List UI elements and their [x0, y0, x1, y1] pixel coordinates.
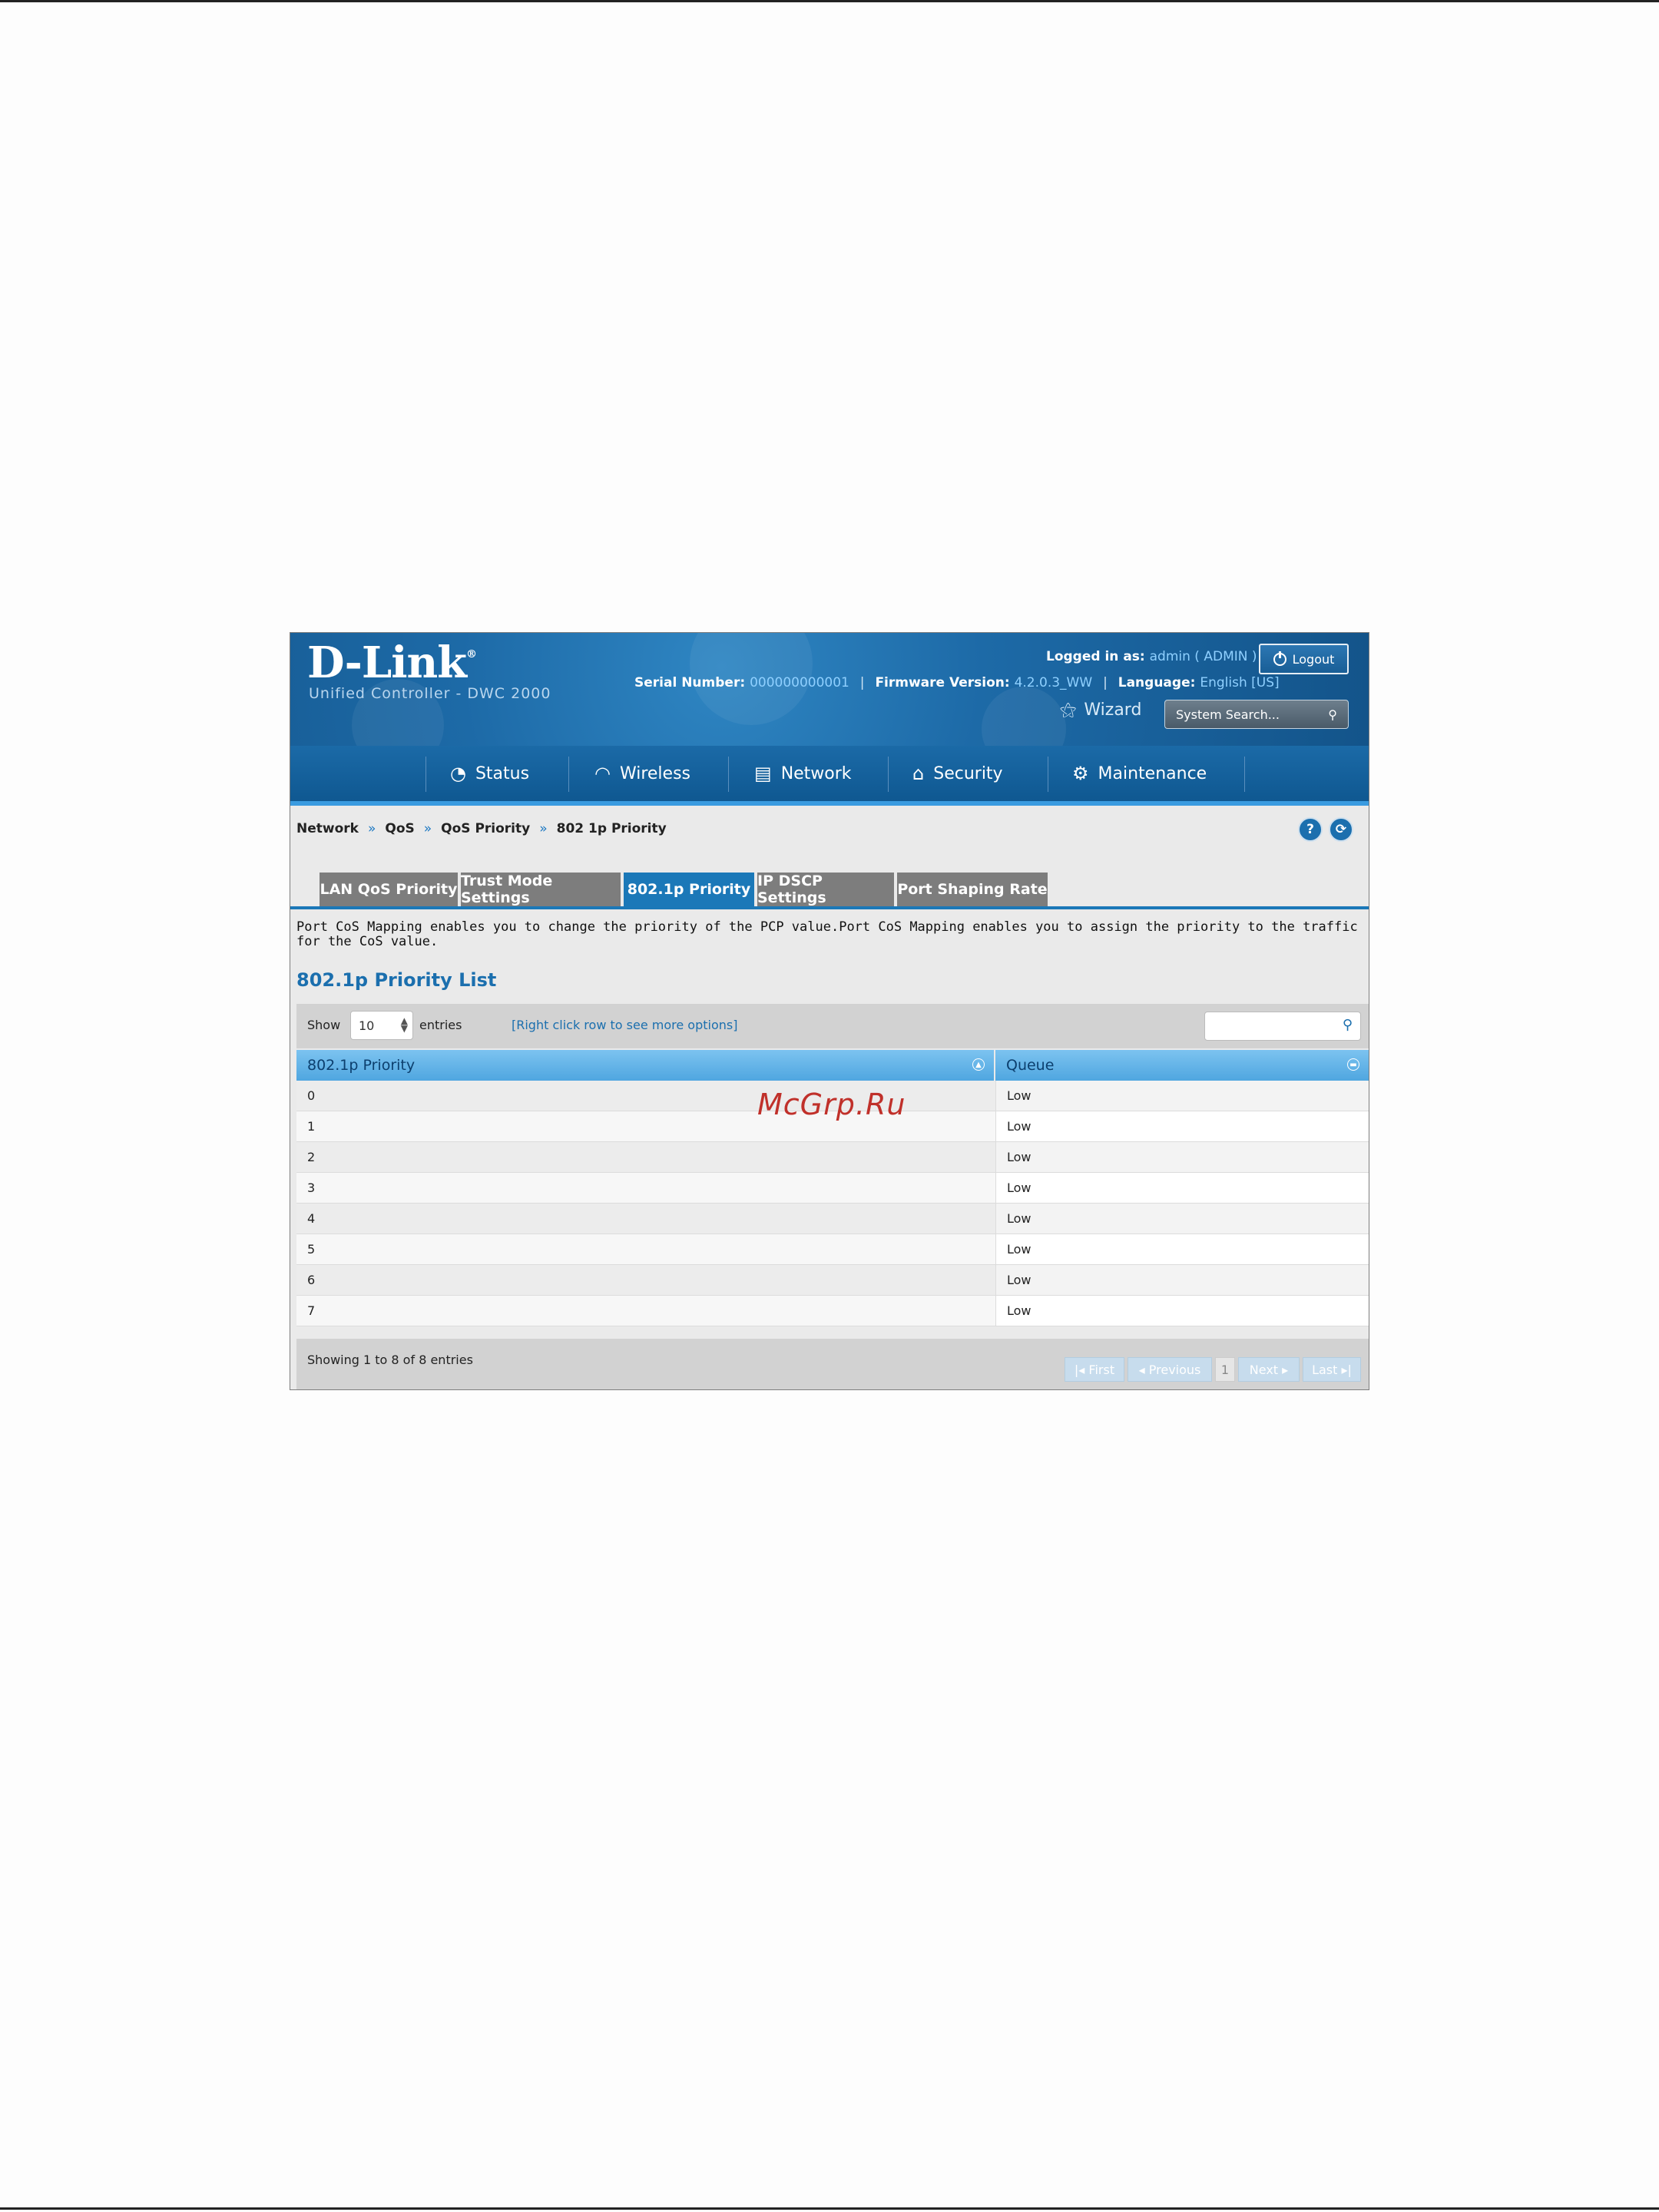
tab-8021p-priority[interactable]: 802.1p Priority	[624, 873, 754, 906]
queue-cell: Low	[995, 1081, 1369, 1111]
language-selector[interactable]: English [US]	[1200, 675, 1279, 690]
priority-cell: 3	[296, 1173, 995, 1203]
priority-cell: 4	[296, 1204, 995, 1233]
entries-summary: Showing 1 to 8 of 8 entries	[307, 1353, 473, 1367]
show-label: Show	[307, 1018, 341, 1032]
sort-icon[interactable]: ▬	[1347, 1058, 1359, 1071]
logged-in-label: Logged in as:	[1046, 649, 1145, 664]
list-title: 802.1p Priority List	[296, 969, 497, 991]
updown-icon: ▲ ▼	[400, 1015, 408, 1034]
login-info: Logged in as: admin ( ADMIN )	[1046, 649, 1257, 664]
gears-icon: ⚙	[1072, 763, 1089, 784]
gauge-icon: ◔	[450, 763, 466, 784]
breadcrumb: Network» QoS» QoS Priority» 802 1p Priority	[296, 821, 667, 836]
nav-divider	[1244, 757, 1245, 792]
refresh-icon[interactable]: ⟳	[1329, 817, 1353, 842]
table-row[interactable]: 5 Low	[296, 1234, 1369, 1265]
dlink-logo: D-Link®	[307, 637, 477, 688]
table-footer: Showing 1 to 8 of 8 entries |◂ First ◂ P…	[296, 1339, 1369, 1389]
product-subtitle: Unified Controller - DWC 2000	[309, 685, 551, 702]
nav-network[interactable]: ▤ Network	[740, 746, 866, 801]
pagination-next-button[interactable]: Next ▸	[1238, 1357, 1300, 1382]
firmware-version: 4.2.0.3_WW	[1014, 675, 1093, 690]
nav-status[interactable]: ◔ Status	[436, 746, 543, 801]
context-menu-hint: [Right click row to see more options]	[512, 1018, 738, 1032]
logged-in-user: admin ( ADMIN )	[1149, 649, 1257, 664]
table-search-input[interactable]: ⚲	[1204, 1012, 1361, 1041]
previous-icon: ◂	[1138, 1362, 1149, 1377]
breadcrumb-qos[interactable]: QoS	[385, 821, 414, 836]
main-nav: ◔ Status ◠ Wireless ▤ Network ⌂ Security…	[290, 746, 1369, 806]
tab-ip-dscp-settings[interactable]: IP DSCP Settings	[757, 873, 894, 906]
table-row[interactable]: 2 Low	[296, 1142, 1369, 1173]
help-icon[interactable]: ?	[1298, 817, 1323, 842]
wifi-icon: ◠	[594, 763, 611, 784]
first-page-icon: |◂	[1074, 1362, 1089, 1377]
page-description: Port CoS Mapping enables you to change t…	[296, 919, 1358, 949]
page-top-rule	[0, 0, 1659, 2]
queue-cell: Low	[995, 1296, 1369, 1326]
nav-wireless[interactable]: ◠ Wireless	[581, 746, 704, 801]
sort-up-icon[interactable]: ▲	[972, 1058, 985, 1071]
nav-maintenance[interactable]: ⚙ Maintenance	[1058, 746, 1220, 801]
page-bottom-rule	[0, 2207, 1659, 2210]
tab-trust-mode-settings[interactable]: Trust Mode Settings	[461, 873, 621, 906]
breadcrumb-network[interactable]: Network	[296, 821, 359, 836]
column-header-queue[interactable]: Queue ▬	[995, 1050, 1369, 1081]
magic-wand-icon: ⚝	[1060, 700, 1077, 720]
table-toolbar: Show 10 ▲ ▼ entries [Right click row to s…	[296, 1004, 1369, 1048]
breadcrumb-qos-priority[interactable]: QoS Priority	[441, 821, 530, 836]
app-header: D-Link® Unified Controller - DWC 2000 Lo…	[290, 633, 1369, 771]
queue-cell: Low	[995, 1204, 1369, 1233]
pagination-page-current[interactable]: 1	[1215, 1357, 1235, 1382]
wizard-link[interactable]: ⚝ Wizard	[1060, 700, 1141, 720]
pagination-first-button[interactable]: |◂ First	[1065, 1357, 1124, 1382]
server-icon: ▤	[754, 763, 772, 784]
power-icon	[1273, 651, 1286, 666]
last-page-icon: ▸|	[1337, 1362, 1352, 1377]
entries-label: entries	[419, 1018, 462, 1032]
table-row[interactable]: 7 Low	[296, 1296, 1369, 1326]
nav-divider	[888, 757, 889, 792]
system-search-input[interactable]: System Search... ⚲	[1164, 700, 1349, 729]
entries-per-page-select[interactable]: 10 ▲ ▼	[350, 1011, 413, 1040]
system-info: Serial Number: 000000000001 | Firmware V…	[634, 675, 1280, 690]
screenshot-frame: D-Link® Unified Controller - DWC 2000 Lo…	[290, 632, 1369, 1390]
pagination-last-button[interactable]: Last ▸|	[1303, 1357, 1361, 1382]
watermark: McGrp.Ru	[757, 1088, 906, 1121]
logout-button[interactable]: Logout	[1259, 644, 1349, 674]
search-icon: ⚲	[1328, 707, 1337, 722]
priority-cell: 2	[296, 1142, 995, 1172]
queue-cell: Low	[995, 1234, 1369, 1264]
column-header-priority[interactable]: 802.1p Priority ▲	[296, 1050, 994, 1081]
tab-bar: LAN QoS Priority Trust Mode Settings 802…	[290, 868, 1369, 909]
table-row[interactable]: 6 Low	[296, 1265, 1369, 1296]
breadcrumb-current: 802 1p Priority	[556, 821, 667, 836]
priority-cell: 7	[296, 1296, 995, 1326]
pagination-previous-button[interactable]: ◂ Previous	[1128, 1357, 1212, 1382]
tab-port-shaping-rate[interactable]: Port Shaping Rate	[897, 873, 1048, 906]
search-icon: ⚲	[1342, 1017, 1353, 1033]
lock-icon: ⌂	[912, 763, 925, 784]
priority-cell: 5	[296, 1234, 995, 1264]
nav-divider	[728, 757, 729, 792]
queue-cell: Low	[995, 1111, 1369, 1141]
queue-cell: Low	[995, 1265, 1369, 1295]
table-row[interactable]: 4 Low	[296, 1204, 1369, 1234]
nav-security[interactable]: ⌂ Security	[899, 746, 1017, 801]
tab-lan-qos-priority[interactable]: LAN QoS Priority	[320, 873, 458, 906]
priority-cell: 6	[296, 1265, 995, 1295]
serial-number: 000000000001	[750, 675, 849, 690]
table-row[interactable]: 3 Low	[296, 1173, 1369, 1204]
queue-cell: Low	[995, 1173, 1369, 1203]
table-header: 802.1p Priority ▲ Queue ▬	[296, 1050, 1369, 1081]
next-icon: ▸	[1278, 1362, 1289, 1377]
queue-cell: Low	[995, 1142, 1369, 1172]
nav-divider	[568, 757, 569, 792]
